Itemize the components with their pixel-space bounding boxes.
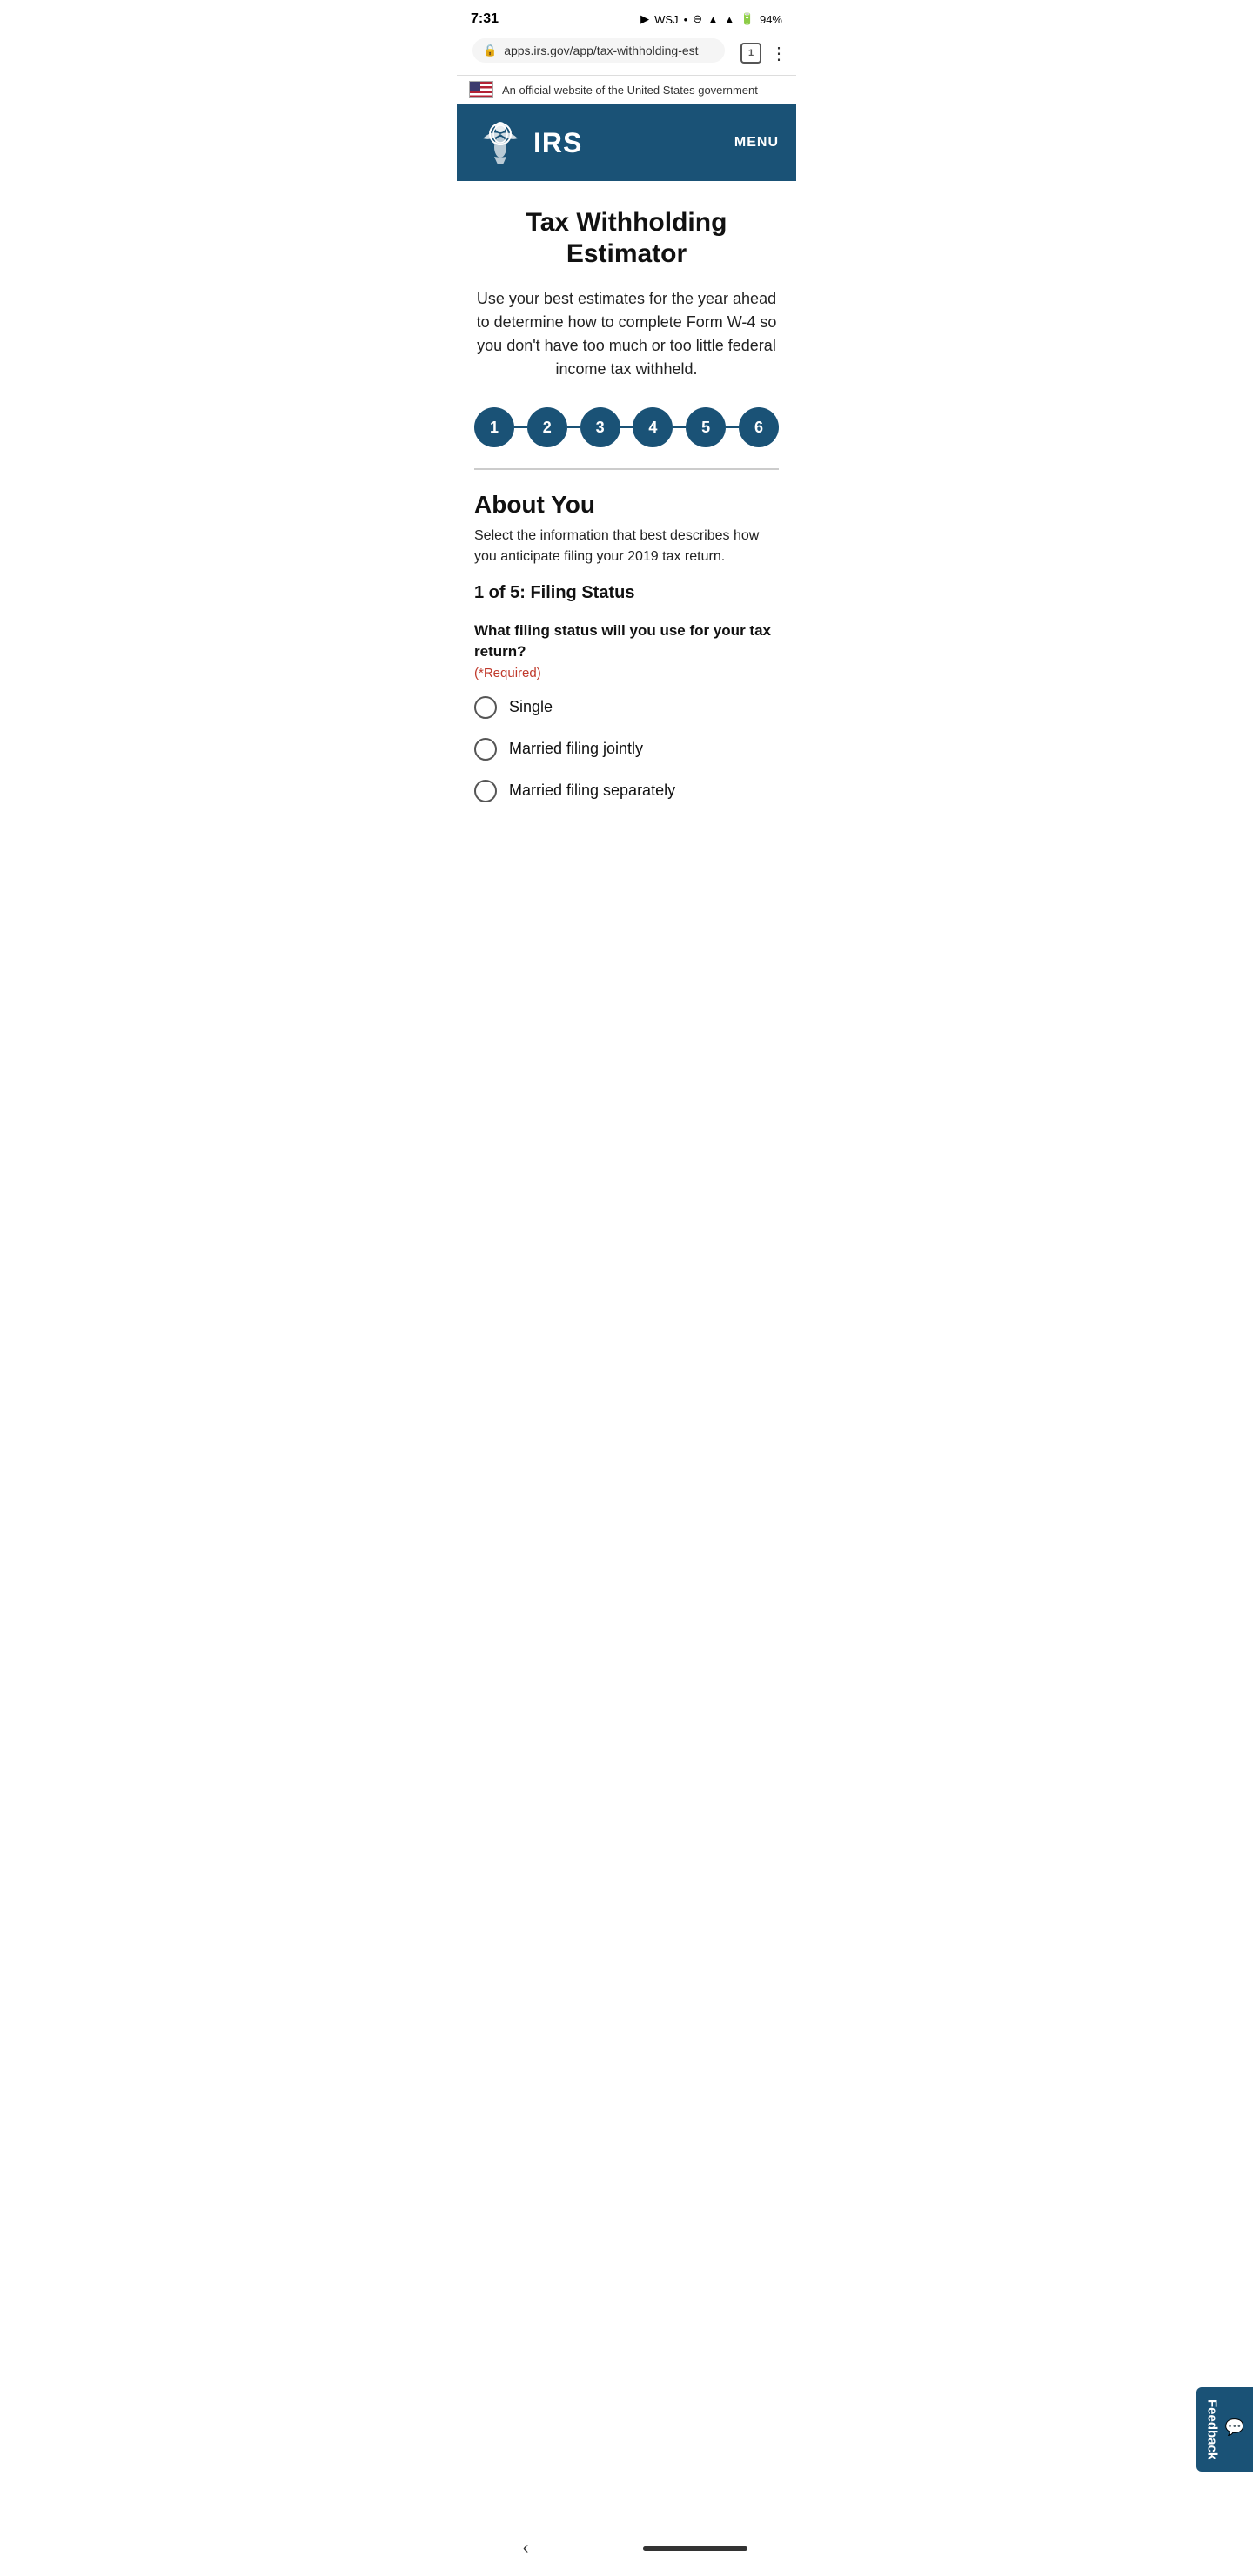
battery-icon: 🔋 bbox=[740, 12, 754, 26]
step-line-4 bbox=[673, 426, 686, 428]
status-bar: 7:31 ▶ WSJ • ⊖ ▲ ▲ 🔋 94% bbox=[457, 0, 796, 35]
radio-option-single[interactable]: Single bbox=[474, 696, 779, 719]
dnd-icon: ⊖ bbox=[693, 12, 702, 26]
feedback-label: Feedback bbox=[1205, 2399, 1220, 2459]
step-line-5 bbox=[726, 426, 739, 428]
back-button[interactable]: ‹ bbox=[506, 2535, 546, 2562]
step-line-3 bbox=[620, 426, 633, 428]
wsj-label: WSJ bbox=[654, 13, 678, 26]
us-flag-icon bbox=[469, 81, 493, 98]
irs-text: IRS bbox=[533, 127, 582, 159]
page-subtitle: Use your best estimates for the year ahe… bbox=[474, 287, 779, 381]
step-6[interactable]: 6 bbox=[739, 407, 779, 447]
more-menu-icon[interactable]: ⋮ bbox=[770, 43, 787, 64]
step-2[interactable]: 2 bbox=[527, 407, 567, 447]
sub-title: 1 of 5: Filing Status bbox=[474, 583, 779, 603]
address-bar[interactable]: 🔒 apps.irs.gov/app/tax-withholding-est bbox=[472, 38, 725, 63]
section-desc: Select the information that best describ… bbox=[474, 526, 779, 567]
wifi-icon: ▲ bbox=[707, 13, 719, 26]
menu-button[interactable]: MENU bbox=[734, 135, 779, 151]
status-icons: ▶ WSJ • ⊖ ▲ ▲ 🔋 94% bbox=[640, 12, 782, 26]
step-3[interactable]: 3 bbox=[580, 407, 620, 447]
dot-icon: • bbox=[684, 13, 688, 26]
bottom-nav: ‹ bbox=[457, 2526, 796, 2576]
radio-married-separately-label: Married filing separately bbox=[509, 782, 675, 800]
home-indicator[interactable] bbox=[643, 2546, 747, 2551]
radio-single-label: Single bbox=[509, 698, 553, 716]
irs-logo: IRS bbox=[474, 117, 582, 169]
section-divider bbox=[474, 468, 779, 470]
battery-percent: 94% bbox=[760, 13, 782, 26]
gov-banner: An official website of the United States… bbox=[457, 75, 796, 104]
step-line-2 bbox=[567, 426, 580, 428]
question-text: What filing status will you use for your… bbox=[474, 621, 779, 662]
feedback-icon: 💬 bbox=[1225, 2418, 1244, 2437]
steps-indicator: 1 2 3 4 5 6 bbox=[474, 407, 779, 447]
section-title: About You bbox=[474, 491, 779, 519]
main-content: Tax Withholding Estimator Use your best … bbox=[457, 181, 796, 839]
step-line-1 bbox=[514, 426, 527, 428]
step-4[interactable]: 4 bbox=[633, 407, 673, 447]
radio-single[interactable] bbox=[474, 696, 497, 719]
irs-eagle-icon bbox=[474, 117, 526, 169]
required-label: (*Required) bbox=[474, 666, 779, 681]
url-text: apps.irs.gov/app/tax-withholding-est bbox=[504, 44, 714, 57]
tab-switcher[interactable]: 1 bbox=[740, 43, 761, 64]
lock-icon: 🔒 bbox=[483, 44, 497, 57]
irs-header: IRS MENU bbox=[457, 104, 796, 181]
play-icon: ▶ bbox=[640, 12, 649, 26]
radio-married-jointly[interactable] bbox=[474, 738, 497, 761]
status-time: 7:31 bbox=[471, 11, 499, 27]
step-1[interactable]: 1 bbox=[474, 407, 514, 447]
radio-option-married-jointly[interactable]: Married filing jointly bbox=[474, 738, 779, 761]
radio-option-married-separately[interactable]: Married filing separately bbox=[474, 780, 779, 802]
radio-married-separately[interactable] bbox=[474, 780, 497, 802]
step-5[interactable]: 5 bbox=[686, 407, 726, 447]
page-title: Tax Withholding Estimator bbox=[474, 207, 779, 270]
radio-married-jointly-label: Married filing jointly bbox=[509, 740, 643, 758]
feedback-button[interactable]: 💬 Feedback bbox=[1196, 2387, 1253, 2472]
gov-banner-text: An official website of the United States… bbox=[502, 84, 758, 97]
signal-icon: ▲ bbox=[724, 13, 735, 26]
